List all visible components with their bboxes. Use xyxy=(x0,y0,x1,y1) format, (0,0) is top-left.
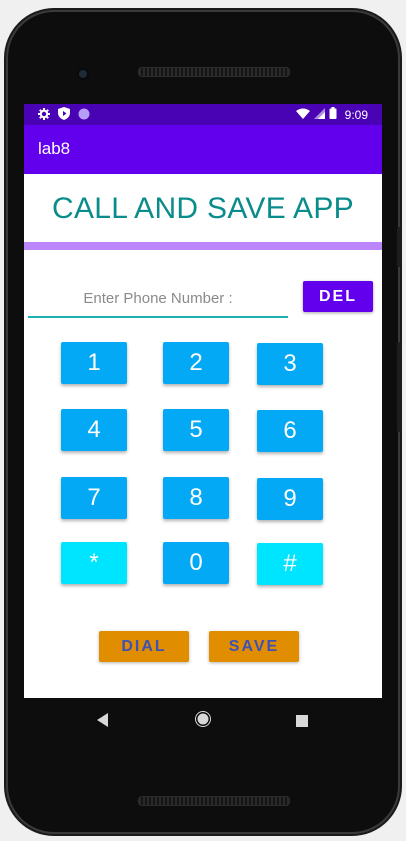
status-time: 9:09 xyxy=(344,107,368,122)
circle-icon xyxy=(78,108,90,123)
key-6[interactable]: 6 xyxy=(257,410,323,452)
key-3[interactable]: 3 xyxy=(257,343,323,385)
key-4[interactable]: 4 xyxy=(61,409,127,451)
app-screen: 9:09 lab8 CALL AND SAVE APP DEL 1 2 3 4 … xyxy=(24,104,382,698)
top-speaker xyxy=(138,67,290,77)
app-title: lab8 xyxy=(38,139,71,158)
key-5[interactable]: 5 xyxy=(163,409,229,451)
key-9[interactable]: 9 xyxy=(257,478,323,520)
key-8[interactable]: 8 xyxy=(163,477,229,519)
status-bar: 9:09 xyxy=(24,104,382,125)
key-0[interactable]: 0 xyxy=(163,542,229,584)
key-star[interactable]: * xyxy=(61,542,127,584)
key-1[interactable]: 1 xyxy=(61,342,127,384)
power-button xyxy=(397,227,401,267)
save-button[interactable]: SAVE xyxy=(209,631,299,662)
home-icon[interactable] xyxy=(195,711,211,731)
gear-icon xyxy=(38,107,50,123)
back-icon[interactable] xyxy=(97,712,109,731)
bottom-speaker xyxy=(138,796,290,806)
volume-button xyxy=(397,342,401,432)
dial-button[interactable]: DIAL xyxy=(99,631,189,662)
front-camera xyxy=(76,67,90,81)
battery-icon xyxy=(329,107,337,122)
key-7[interactable]: 7 xyxy=(61,477,127,519)
shield-icon xyxy=(58,107,70,123)
key-hash[interactable]: # xyxy=(257,543,323,585)
app-bar: lab8 xyxy=(24,125,382,174)
signal-icon xyxy=(313,107,325,122)
headline: CALL AND SAVE APP xyxy=(52,192,354,225)
key-2[interactable]: 2 xyxy=(163,342,229,384)
phone-number-input[interactable] xyxy=(28,280,288,318)
navigation-bar xyxy=(24,698,382,742)
divider xyxy=(24,242,382,250)
delete-button[interactable]: DEL xyxy=(303,281,373,312)
recents-icon[interactable] xyxy=(296,712,308,731)
wifi-icon xyxy=(295,108,310,122)
